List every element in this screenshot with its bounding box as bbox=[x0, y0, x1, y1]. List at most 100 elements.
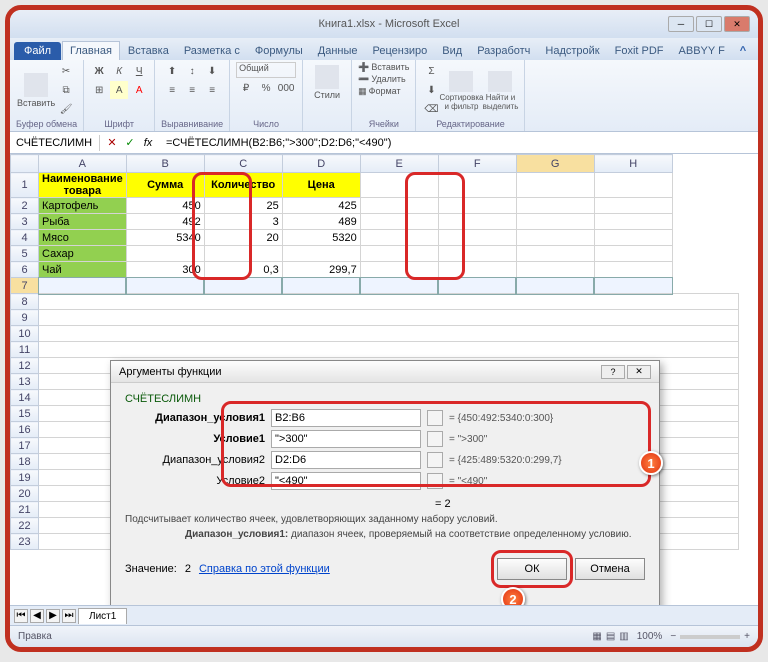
row-header[interactable]: 19 bbox=[11, 470, 39, 486]
cell[interactable] bbox=[516, 214, 594, 230]
tab-insert[interactable]: Вставка bbox=[121, 42, 176, 60]
cell[interactable] bbox=[39, 278, 127, 294]
cell[interactable] bbox=[360, 214, 438, 230]
cell[interactable] bbox=[594, 246, 672, 262]
fx-icon[interactable]: fx bbox=[140, 135, 156, 151]
row-header[interactable]: 5 bbox=[11, 246, 39, 262]
tab-formulas[interactable]: Формулы bbox=[248, 42, 310, 60]
row-header[interactable]: 11 bbox=[11, 342, 39, 358]
col-header-d[interactable]: D bbox=[282, 155, 360, 173]
styles-button[interactable]: Стили bbox=[309, 62, 345, 102]
row-header[interactable]: 15 bbox=[11, 406, 39, 422]
cell[interactable]: 3 bbox=[204, 214, 282, 230]
cell[interactable]: Сахар bbox=[39, 246, 127, 262]
sheet-nav-last-icon[interactable]: ⏭ bbox=[62, 609, 76, 623]
arg-input-range2[interactable]: D2:D6 bbox=[271, 451, 421, 469]
clear-icon[interactable]: ⌫ bbox=[422, 101, 440, 119]
row-header[interactable]: 9 bbox=[11, 310, 39, 326]
row-header[interactable]: 22 bbox=[11, 518, 39, 534]
copy-icon[interactable]: ⧉ bbox=[57, 82, 75, 100]
cancel-button[interactable]: Отмена bbox=[575, 558, 645, 580]
cells-delete[interactable]: ➖Удалить bbox=[358, 74, 406, 85]
align-left-icon[interactable]: ≡ bbox=[163, 81, 181, 99]
row-header[interactable]: 13 bbox=[11, 374, 39, 390]
cell[interactable] bbox=[594, 214, 672, 230]
row-header[interactable]: 3 bbox=[11, 214, 39, 230]
cell[interactable] bbox=[594, 278, 672, 294]
tab-abbyy[interactable]: ABBYY F bbox=[672, 42, 732, 60]
tab-review[interactable]: Рецензиро bbox=[366, 42, 435, 60]
col-header-b[interactable]: B bbox=[126, 155, 204, 173]
cell[interactable]: Наименование товара bbox=[39, 173, 127, 198]
name-box[interactable]: СЧЁТЕСЛИМН bbox=[10, 135, 100, 151]
maximize-button[interactable]: ☐ bbox=[696, 16, 722, 32]
cell[interactable] bbox=[438, 230, 516, 246]
arg-input-range1[interactable]: B2:B6 bbox=[271, 409, 421, 427]
cell[interactable] bbox=[204, 246, 282, 262]
row-header[interactable]: 7 bbox=[11, 278, 39, 294]
row-header[interactable]: 6 bbox=[11, 262, 39, 278]
cell[interactable] bbox=[126, 278, 204, 294]
cell[interactable] bbox=[360, 262, 438, 278]
cell[interactable]: 492 bbox=[126, 214, 204, 230]
align-right-icon[interactable]: ≡ bbox=[203, 81, 221, 99]
row-header[interactable]: 21 bbox=[11, 502, 39, 518]
cell[interactable] bbox=[39, 326, 739, 342]
zoom-slider[interactable] bbox=[680, 635, 740, 639]
cell[interactable] bbox=[282, 246, 360, 262]
font-color-icon[interactable]: A bbox=[130, 81, 148, 99]
cell[interactable]: Количество bbox=[204, 173, 282, 198]
help-link[interactable]: Справка по этой функции bbox=[199, 563, 489, 575]
cell[interactable] bbox=[360, 278, 438, 294]
row-header[interactable]: 12 bbox=[11, 358, 39, 374]
col-header-c[interactable]: C bbox=[204, 155, 282, 173]
view-layout-icon[interactable]: ▤ bbox=[606, 631, 615, 642]
cells-insert[interactable]: ➕Вставить bbox=[358, 62, 409, 73]
row-header[interactable]: 20 bbox=[11, 486, 39, 502]
cell[interactable]: 20 bbox=[204, 230, 282, 246]
cell[interactable] bbox=[438, 246, 516, 262]
tab-home[interactable]: Главная bbox=[62, 41, 120, 60]
col-header-g[interactable]: G bbox=[516, 155, 594, 173]
zoom-in-icon[interactable]: + bbox=[744, 631, 750, 642]
cell[interactable] bbox=[438, 214, 516, 230]
paste-button[interactable]: Вставить bbox=[18, 71, 54, 111]
row-header[interactable]: 2 bbox=[11, 198, 39, 214]
dialog-close-icon[interactable]: ✕ bbox=[627, 365, 651, 379]
enter-formula-icon[interactable]: ✓ bbox=[122, 135, 138, 151]
tab-data[interactable]: Данные bbox=[311, 42, 365, 60]
sheet-nav-first-icon[interactable]: ⏮ bbox=[14, 609, 28, 623]
align-top-icon[interactable]: ⬆ bbox=[163, 62, 181, 80]
tab-addins[interactable]: Надстройк bbox=[538, 42, 606, 60]
comma-icon[interactable]: 000 bbox=[277, 79, 295, 97]
row-header[interactable]: 14 bbox=[11, 390, 39, 406]
cell[interactable]: Сумма bbox=[126, 173, 204, 198]
align-bot-icon[interactable]: ⬇ bbox=[203, 62, 221, 80]
cell[interactable] bbox=[360, 230, 438, 246]
row-header[interactable]: 10 bbox=[11, 326, 39, 342]
fill-color-icon[interactable]: A bbox=[110, 81, 128, 99]
dialog-help-icon[interactable]: ? bbox=[601, 365, 625, 379]
cell[interactable] bbox=[516, 198, 594, 214]
cell[interactable] bbox=[516, 262, 594, 278]
ok-button[interactable]: ОК bbox=[497, 558, 567, 580]
italic-icon[interactable]: К bbox=[110, 62, 128, 80]
row-header[interactable]: 8 bbox=[11, 294, 39, 310]
cell[interactable]: 5320 bbox=[282, 230, 360, 246]
ribbon-min-icon[interactable]: ^ bbox=[733, 42, 753, 60]
cell[interactable] bbox=[516, 246, 594, 262]
cell[interactable] bbox=[282, 278, 360, 294]
sort-filter-button[interactable]: Сортировка и фильтр bbox=[443, 71, 479, 111]
cells-format[interactable]: ▦Формат bbox=[358, 86, 401, 97]
zoom-level[interactable]: 100% bbox=[637, 631, 663, 642]
range-picker-icon[interactable] bbox=[427, 473, 443, 489]
cell[interactable] bbox=[360, 173, 438, 198]
row-header[interactable]: 1 bbox=[11, 173, 39, 198]
col-header-a[interactable]: A bbox=[39, 155, 127, 173]
currency-icon[interactable]: ₽ bbox=[237, 79, 255, 97]
range-picker-icon[interactable] bbox=[427, 410, 443, 426]
number-format-dropdown[interactable]: Общий bbox=[236, 62, 296, 78]
dialog-title-bar[interactable]: Аргументы функции ? ✕ bbox=[111, 361, 659, 383]
cell[interactable] bbox=[438, 262, 516, 278]
cell[interactable] bbox=[438, 198, 516, 214]
